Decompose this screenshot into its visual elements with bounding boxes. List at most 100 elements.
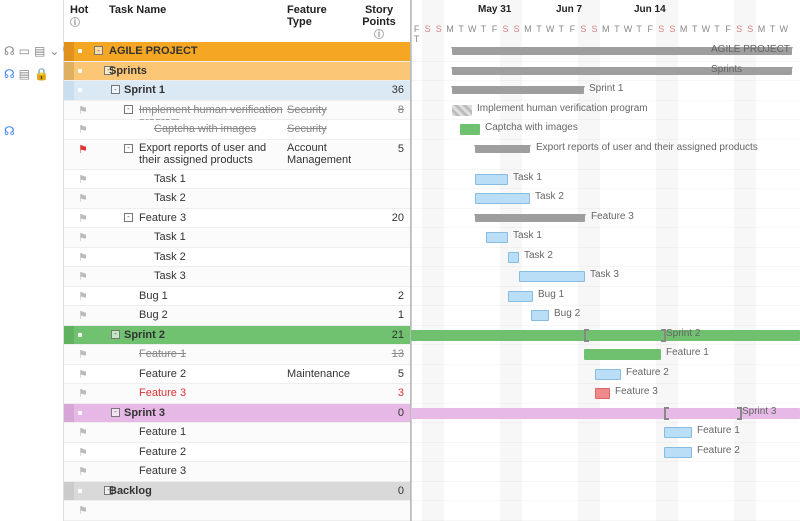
table-row[interactable]: ⚑Bug 21 [64,306,410,326]
gantt-row[interactable]: Feature 1 [411,423,800,443]
gantt-bar[interactable] [452,86,584,94]
gantt-bar[interactable] [664,447,692,458]
flag-icon[interactable]: ⚑ [78,173,90,185]
gantt-row[interactable]: Feature 3 [411,209,800,229]
task-name[interactable]: Feature 1 [139,426,285,438]
story-points[interactable]: 0 [364,407,404,419]
table-row[interactable]: -Sprint 30 [64,404,410,424]
gantt-row[interactable]: Task 2 [411,189,800,209]
table-row[interactable]: -AGILE PROJECT [64,42,410,62]
gantt-row[interactable]: Sprint 3 [411,404,800,424]
gantt-row[interactable]: Task 1 [411,228,800,248]
table-row[interactable]: ⚑ Feature 1 [64,423,410,443]
task-name[interactable]: Feature 3 [139,465,285,477]
col-task-name[interactable]: Task Name [109,4,166,16]
gantt-bar[interactable] [508,291,533,302]
task-name[interactable]: Backlog [109,485,285,497]
task-name[interactable]: Feature 1 [139,348,285,360]
gantt-bar[interactable] [508,252,519,263]
story-points[interactable]: 2 [364,290,404,302]
story-points[interactable]: 5 [364,368,404,380]
table-row[interactable]: ⚑-Implement human verification programSe… [64,101,410,121]
lock-icon[interactable]: 🔒 [34,67,49,81]
gantt-row[interactable]: Sprint 2 [411,326,800,346]
story-points[interactable]: 36 [364,84,404,96]
feature-type[interactable]: Security [287,104,352,116]
feature-type[interactable]: Maintenance [287,368,352,380]
story-points[interactable]: 3 [364,387,404,399]
toggle-collapse[interactable]: - [94,46,103,55]
table-row[interactable]: ⚑-Export reports of user and their assig… [64,140,410,170]
task-name[interactable]: Sprint 1 [124,84,285,96]
info-icon[interactable]: i [374,29,384,39]
task-name[interactable]: Feature 2 [139,446,285,458]
toggle-collapse[interactable]: - [111,85,120,94]
gantt-bar[interactable] [475,174,508,185]
note-icon-2[interactable]: ▤ [19,67,30,81]
task-name[interactable]: Task 1 [154,173,285,185]
task-name[interactable]: Sprint 2 [124,329,285,341]
flag-icon[interactable]: ⚑ [78,251,90,263]
gantt-bar[interactable] [475,214,585,222]
flag-icon[interactable]: ⚑ [78,123,90,135]
feature-type[interactable]: Account Management [287,142,352,166]
task-name[interactable]: Feature 3 [139,387,285,399]
flag-icon[interactable]: ⚑ [78,465,90,477]
filter-icon[interactable]: ⌄ [49,44,59,58]
flag-icon[interactable]: ⚑ [78,348,90,360]
flag-icon[interactable]: ⚑ [78,387,90,399]
toggle-collapse[interactable]: - [111,408,120,417]
gantt-bar[interactable] [486,232,508,243]
gantt-row[interactable]: AGILE PROJECT [411,42,800,62]
gantt-row[interactable]: Feature 1 [411,345,800,365]
gantt-row[interactable]: Feature 3 [411,384,800,404]
story-points[interactable]: 13 [364,348,404,360]
task-name[interactable]: Feature 2 [139,368,285,380]
task-name[interactable]: Task 2 [154,192,285,204]
flag-icon[interactable]: ⚑ [78,426,90,438]
toggle-collapse[interactable]: - [124,144,133,153]
gantt-bar[interactable] [475,193,530,204]
flag-icon[interactable]: ⚑ [78,290,90,302]
task-name[interactable]: Captcha with images [154,123,285,135]
table-row[interactable]: ⚑-Feature 320 [64,209,410,229]
gantt-chart[interactable]: May 31Jun 7Jun 14 FSSMTWTFSSMTWTFSSMTWTF… [410,0,800,521]
feature-type[interactable]: Security [287,123,352,135]
table-row[interactable]: -Sprint 1 36 [64,81,410,101]
table-row[interactable]: ⚑ Feature 1 13 [64,345,410,365]
table-row[interactable]: -Sprint 221 [64,326,410,346]
gantt-row[interactable]: Export reports of user and their assigne… [411,140,800,170]
story-points[interactable]: 21 [364,329,404,341]
task-name[interactable]: AGILE PROJECT [109,45,285,57]
gantt-row[interactable]: Implement human verification program [411,101,800,121]
gantt-row[interactable] [411,501,800,521]
task-name[interactable]: Task 1 [154,231,285,243]
flag-icon[interactable]: ⚑ [78,270,90,282]
table-row[interactable]: ⚑ Feature 3 [64,462,410,482]
gantt-row[interactable]: Task 2 [411,248,800,268]
gantt-bar[interactable] [460,124,480,135]
col-feature-type[interactable]: Feature Type [287,4,352,28]
flag-icon[interactable]: ⚑ [78,143,90,155]
table-row[interactable]: ⚑ Feature 3 3 [64,384,410,404]
note-icon[interactable]: ▤ [34,44,45,58]
gantt-bar[interactable] [584,349,661,360]
col-story-points[interactable]: Story Points i [357,4,401,40]
gantt-row[interactable]: Task 3 [411,267,800,287]
flag-icon[interactable]: ⚑ [78,231,90,243]
table-row[interactable]: ⚑Task 2 [64,189,410,209]
gantt-bar[interactable] [531,310,549,321]
task-name[interactable]: Bug 2 [139,309,285,321]
table-row[interactable]: -Backlog0 [64,482,410,502]
task-name[interactable]: Sprints [109,65,285,77]
gantt-bar[interactable] [475,145,530,153]
table-row[interactable]: ⚑Bug 12 [64,287,410,307]
chat-icon[interactable]: ▭ [19,44,30,58]
gantt-bar[interactable] [452,105,472,116]
gantt-row[interactable]: Sprints [411,62,800,82]
gantt-row[interactable]: Feature 2 [411,365,800,385]
gantt-row[interactable] [411,462,800,482]
table-row[interactable]: ⚑ Task 1 [64,170,410,190]
gantt-bar[interactable] [595,369,621,380]
flag-icon[interactable]: ⚑ [78,309,90,321]
